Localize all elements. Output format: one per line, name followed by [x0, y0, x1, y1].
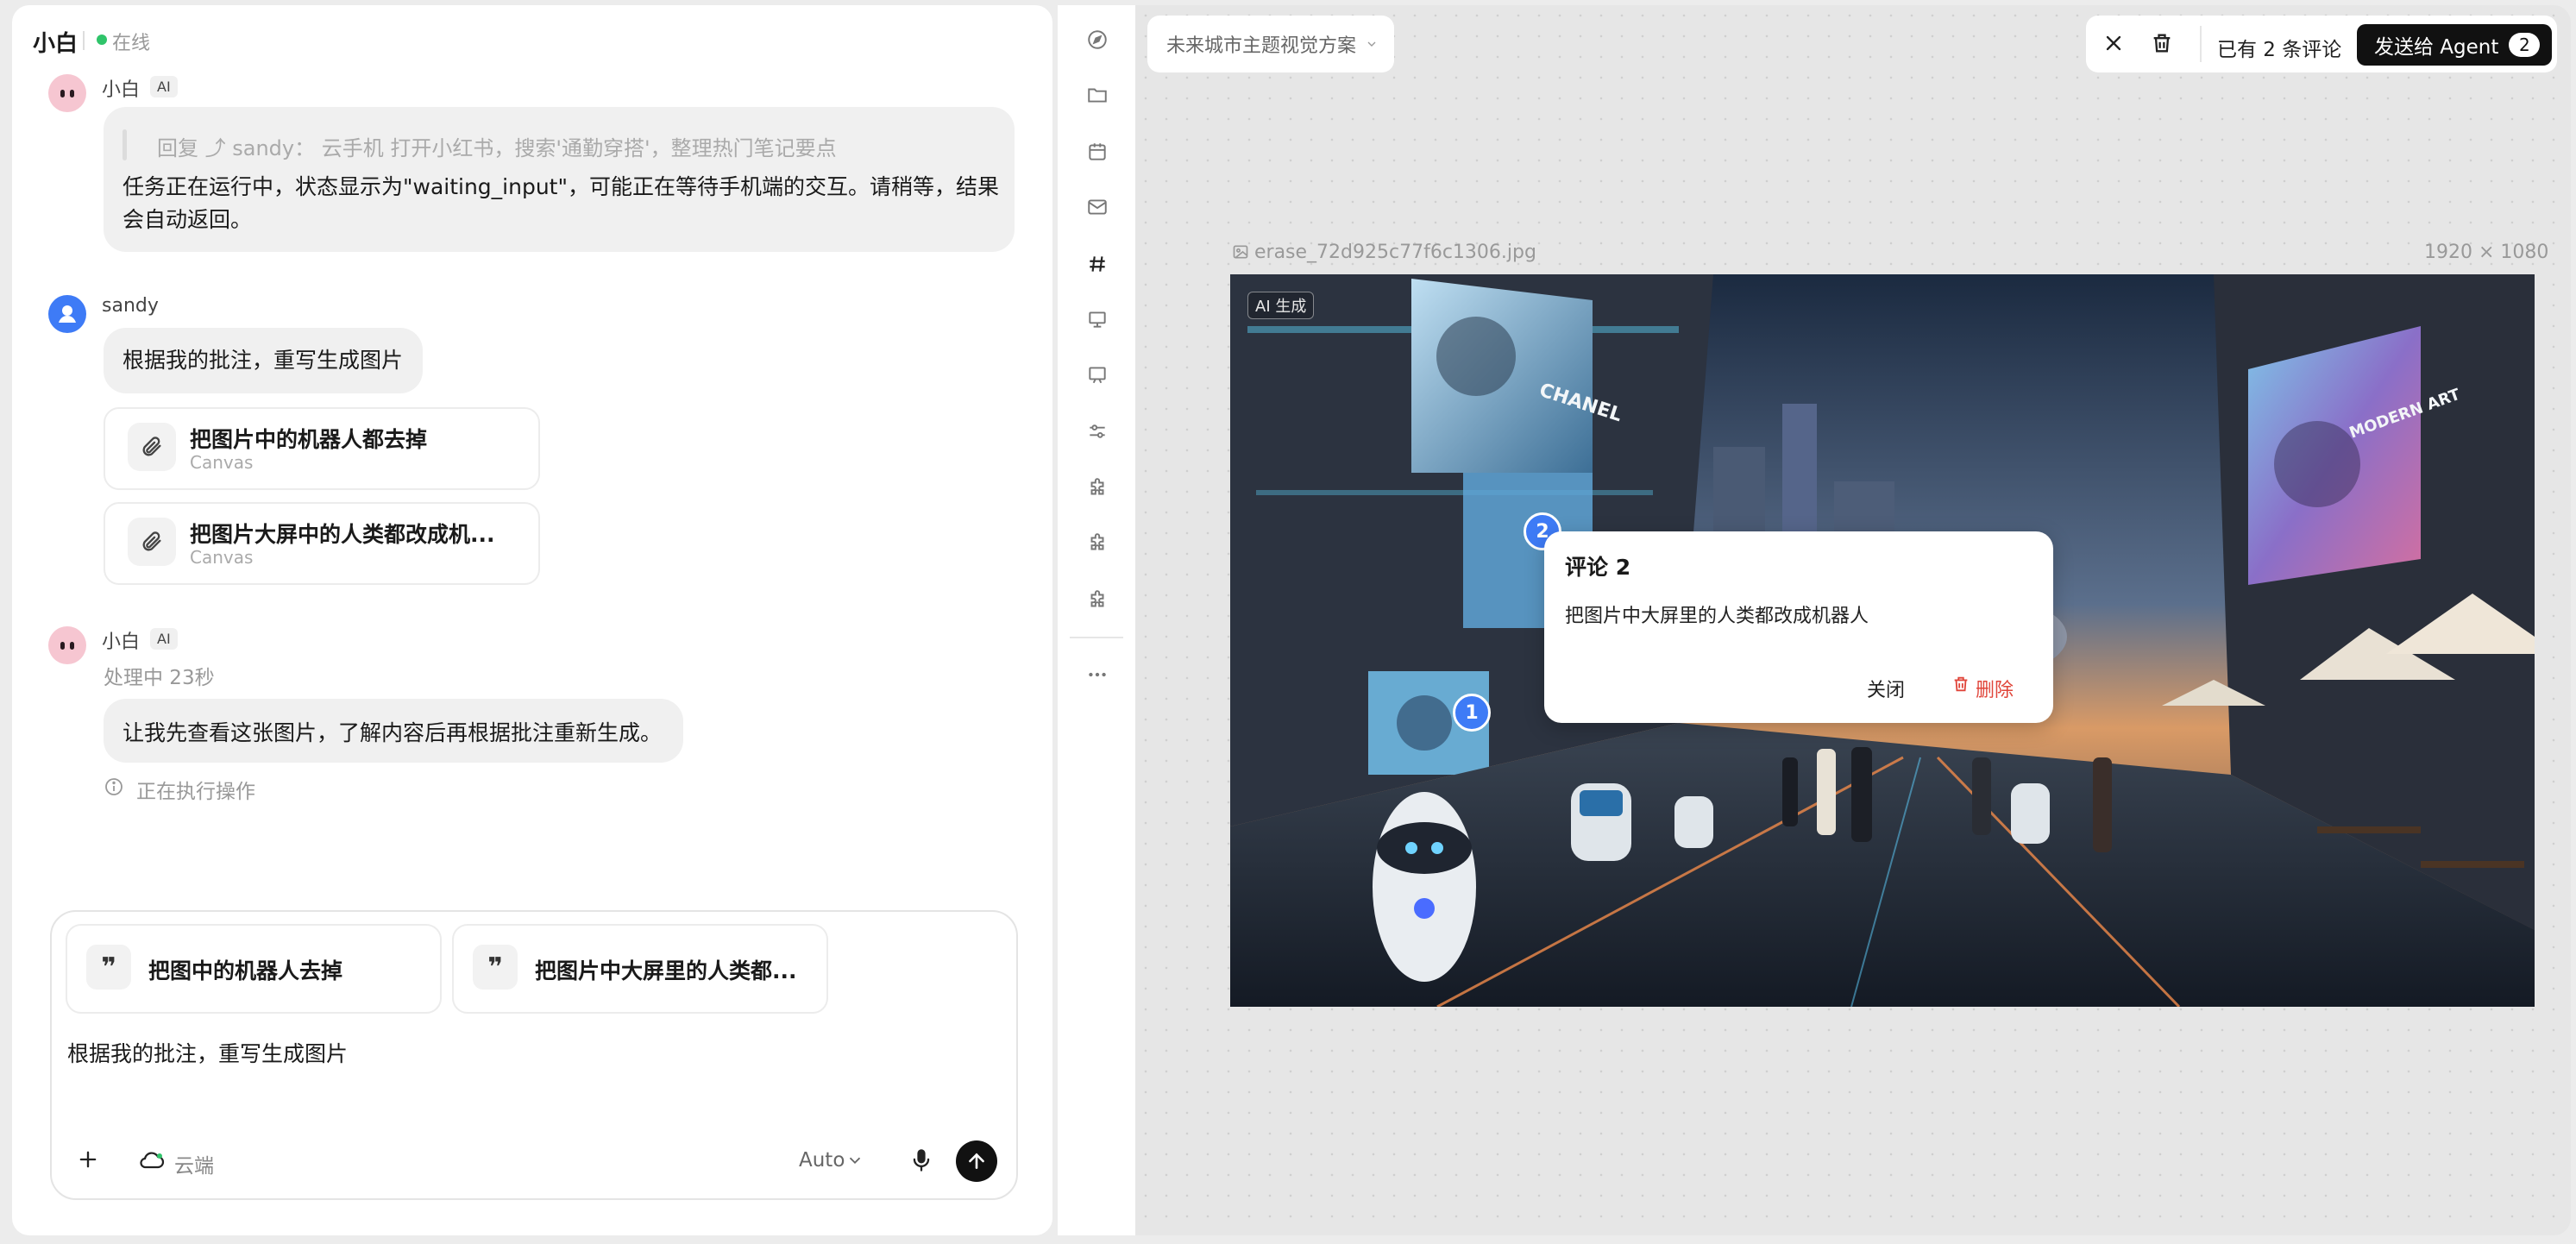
ai-message-text-cont: 会自动返回。 [123, 207, 253, 232]
close-icon [2106, 35, 2121, 51]
message-sender: 小白 [102, 79, 141, 101]
ai-avatar [48, 74, 86, 112]
folder-icon[interactable] [1080, 78, 1115, 112]
microphone-button[interactable] [909, 1147, 933, 1177]
attachment-title: 把图片中的机器人都去掉 [190, 427, 428, 452]
ai-avatar [48, 626, 86, 664]
puzzle-icon[interactable] [1080, 471, 1115, 506]
comment-delete-button[interactable]: 删除 [1976, 675, 2014, 702]
comment-count: 已有 2 条评论 [2217, 39, 2342, 61]
online-status-text: 在线 [112, 33, 151, 54]
plus-icon [79, 1151, 97, 1168]
send-to-agent-button[interactable]: 发送给 Agent 2 [2357, 24, 2552, 66]
ai-message-text: 任务正在运行中，状态显示为"waiting_input"，可能正在等待手机端的交… [123, 174, 999, 199]
sliders-icon[interactable] [1080, 414, 1115, 449]
image-filename: erase_72d925c77f6c1306.jpg [1254, 242, 1536, 263]
user-avatar [48, 295, 86, 333]
send-button[interactable] [956, 1140, 997, 1182]
executing-status: 正在执行操作 [136, 781, 255, 803]
rail-divider [1070, 637, 1123, 638]
microphone-icon [913, 1149, 930, 1172]
send-count-badge: 2 [2509, 33, 2541, 57]
annotation-chip-label: 把图中的机器人去掉 [148, 958, 343, 983]
chevron-down-icon [845, 1151, 864, 1173]
annotation-chip-label: 把图片中大屏里的人类都... [535, 958, 797, 983]
puzzle-icon[interactable] [1080, 583, 1115, 618]
puzzle-icon[interactable] [1080, 526, 1115, 561]
attachment-subtitle: Canvas [190, 452, 254, 473]
attachment-subtitle: Canvas [190, 547, 254, 568]
comment-pin-1[interactable]: 1 [1453, 694, 1491, 732]
trash-icon [2153, 34, 2171, 53]
header-divider [83, 31, 85, 50]
processing-timer: 处理中 23秒 [104, 667, 215, 689]
add-attachment-button[interactable] [76, 1147, 100, 1175]
message-sender: sandy [102, 295, 159, 317]
comment-close-button[interactable]: 关闭 [1867, 675, 1905, 702]
presentation-icon[interactable] [1080, 302, 1115, 336]
project-title: 未来城市主题视觉方案 [1166, 35, 1357, 57]
image-dimensions: 1920 × 1080 [2424, 242, 2549, 263]
hash-icon[interactable] [1080, 247, 1115, 281]
quote-icon: ❞ [473, 945, 518, 990]
model-selector[interactable]: Auto [799, 1149, 845, 1172]
paperclip-icon [128, 518, 176, 566]
comment-popup-body: 把图片中大屏里的人类都改成机器人 [1565, 606, 1869, 627]
comment-popup-title: 评论 2 [1565, 555, 1631, 580]
board-icon[interactable] [1080, 357, 1115, 392]
reply-quote[interactable]: 回复 ⤴ sandy： 云手机 打开小红书，搜索'通勤穿搭'，整理热门笔记要点 [157, 131, 837, 161]
calendar-icon[interactable] [1080, 135, 1115, 169]
paperclip-icon [128, 423, 176, 471]
mail-icon[interactable] [1080, 190, 1115, 224]
compass-icon[interactable] [1080, 22, 1115, 57]
chat-title: 小白 [33, 31, 79, 57]
cloud-mode-toggle[interactable]: 云端 [174, 1149, 214, 1178]
close-button[interactable] [2102, 31, 2126, 59]
online-status-dot [97, 35, 107, 45]
send-to-agent-label: 发送给 Agent [2374, 36, 2499, 59]
attachment-title: 把图片大屏中的人类都改成机... [190, 522, 495, 547]
quote-bar [123, 129, 127, 160]
trash-icon [1951, 675, 1970, 697]
image-icon [1232, 243, 1249, 264]
ai-badge: AI [150, 628, 178, 650]
quote-icon: ❞ [86, 945, 131, 990]
user-icon [59, 305, 76, 323]
composer-input[interactable]: 根据我的批注，重写生成图片 [67, 1037, 348, 1068]
chevron-down-icon [1367, 41, 1376, 47]
more-icon[interactable] [1080, 657, 1115, 692]
arrow-up-icon [969, 1153, 984, 1169]
project-title-dropdown[interactable]: 未来城市主题视觉方案 [1147, 16, 1394, 72]
cloud-icon [138, 1149, 166, 1175]
message-sender: 小白 [102, 631, 141, 653]
info-icon [104, 776, 124, 801]
delete-all-button[interactable] [2150, 31, 2174, 59]
user-message-text: 根据我的批注，重写生成图片 [123, 348, 404, 373]
ai-generated-tag: AI 生成 [1247, 292, 1315, 319]
toolbar-divider [2200, 26, 2202, 62]
ai-message-text: 让我先查看这张图片，了解内容后再根据批注重新生成。 [123, 720, 663, 745]
ai-badge: AI [150, 76, 178, 97]
